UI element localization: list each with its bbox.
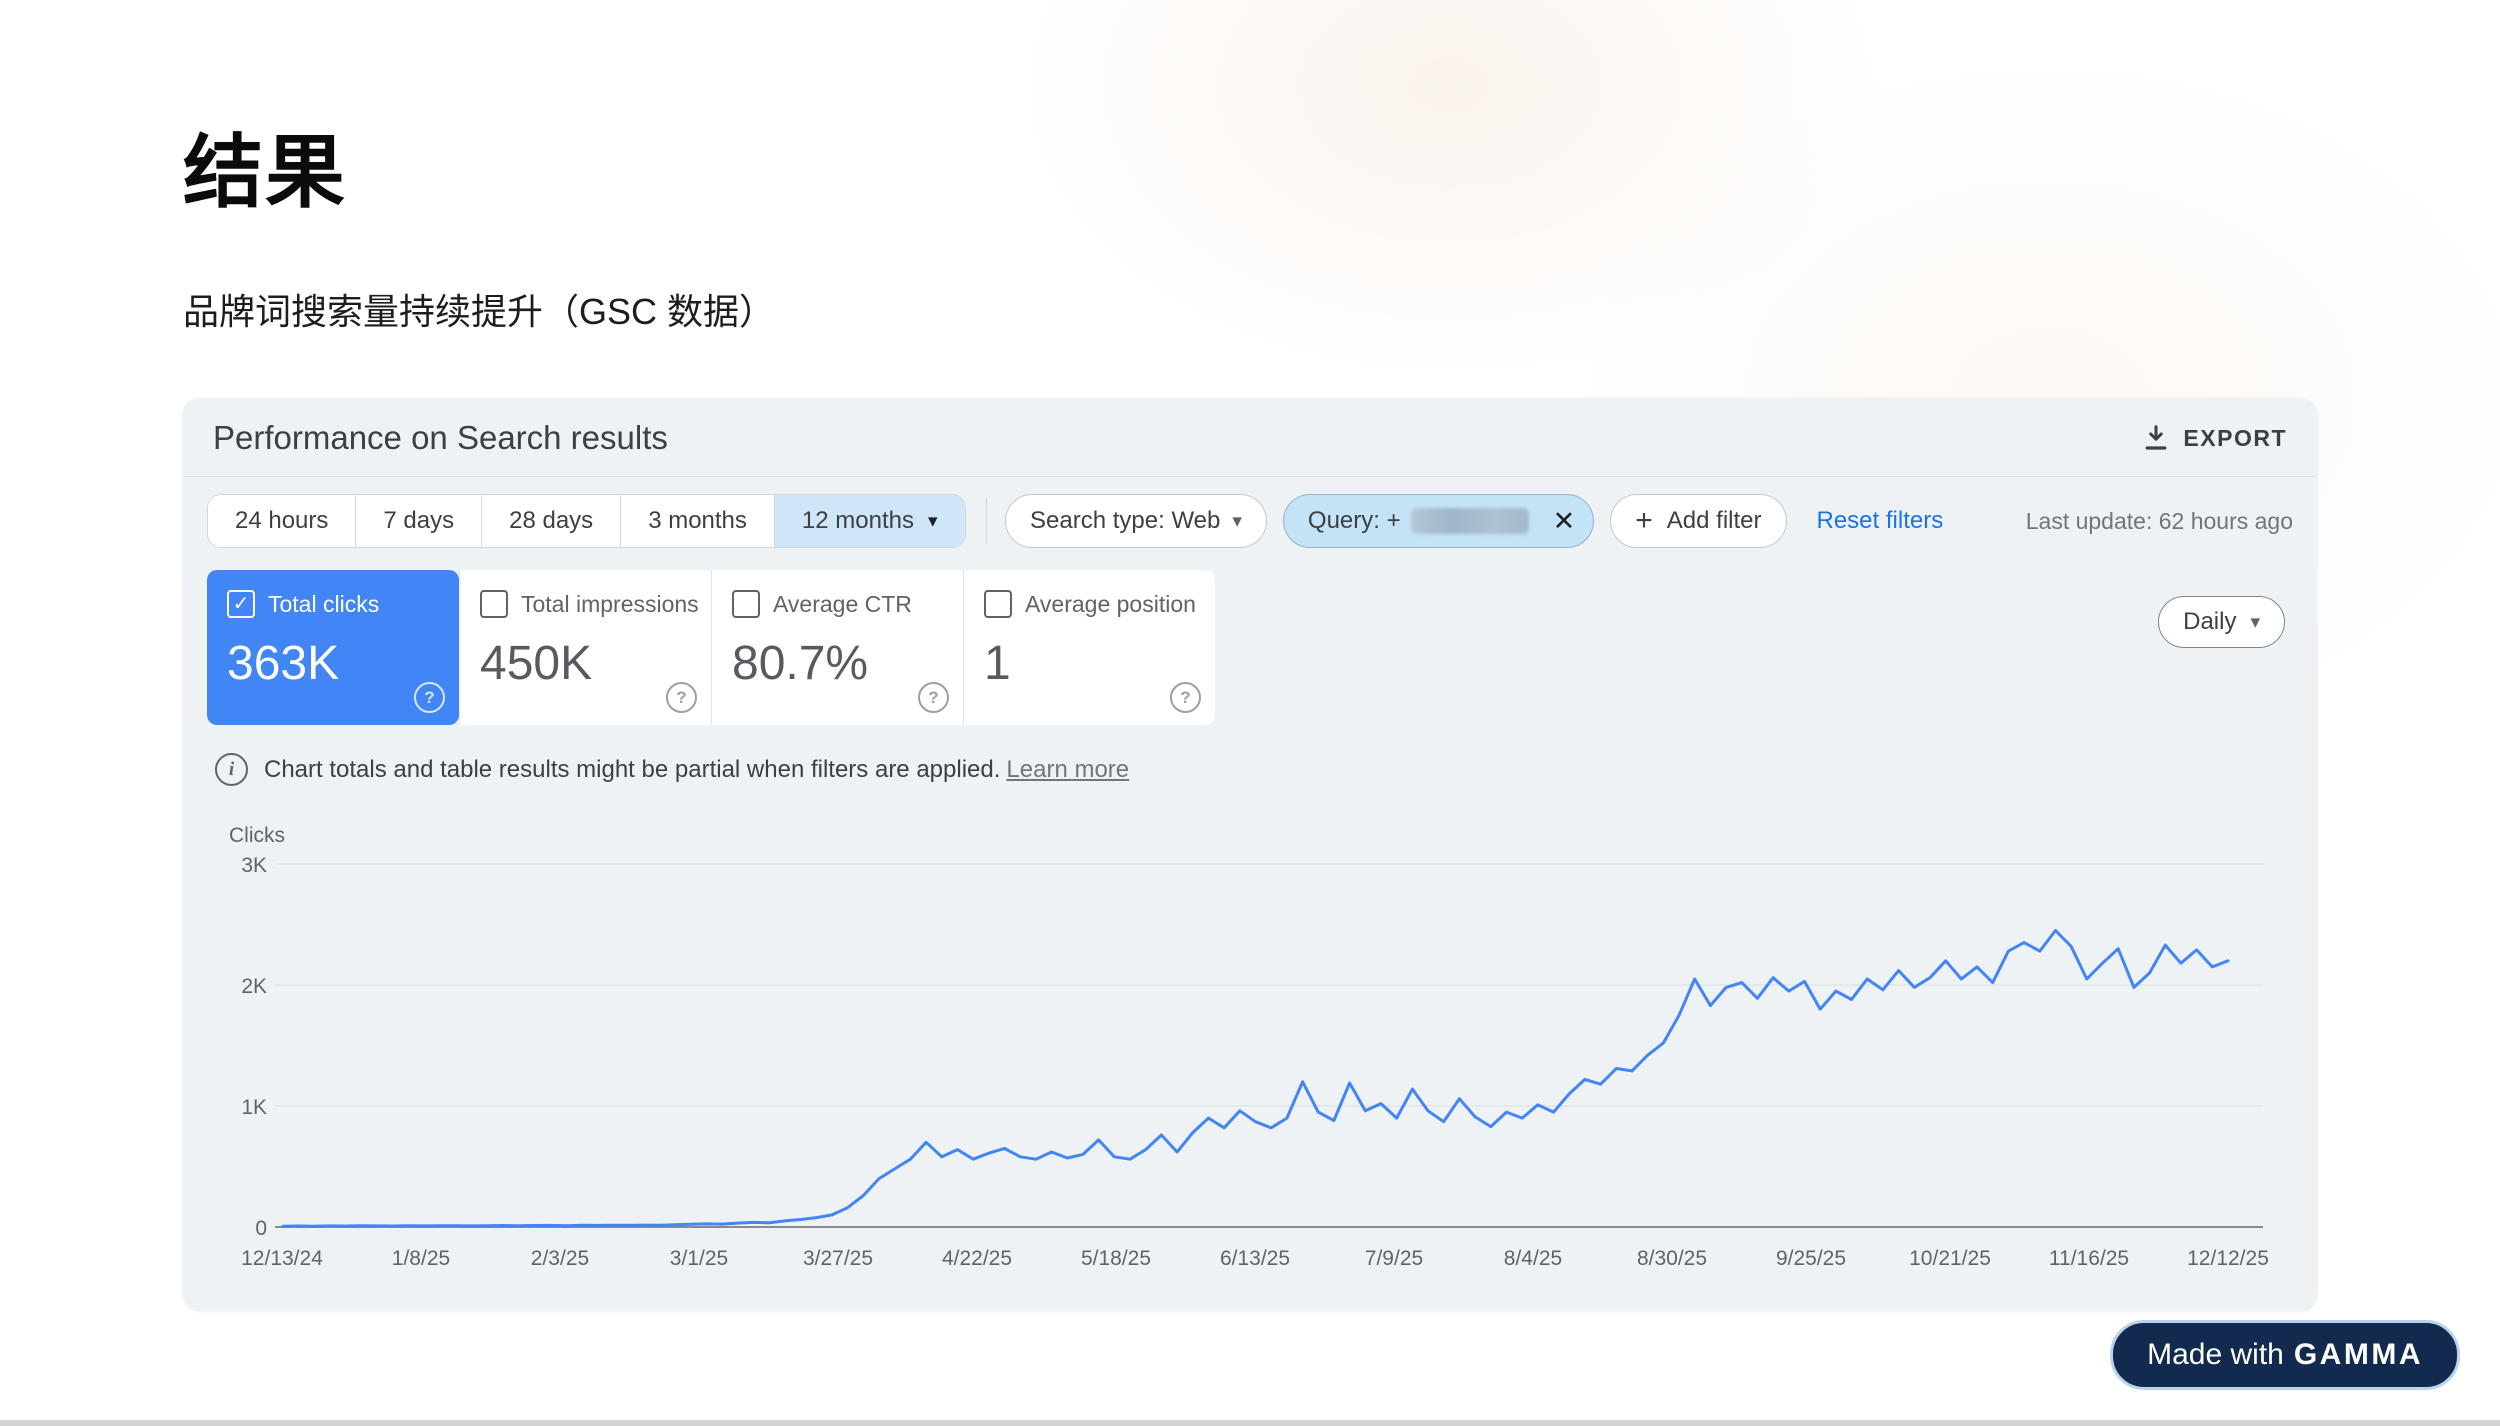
help-icon[interactable]: ? (414, 682, 445, 713)
query-chip-label: Query: + (1308, 507, 1401, 535)
notice-body: Chart totals and table results might be … (264, 756, 1000, 783)
granularity-label: Daily (2183, 608, 2236, 636)
filters-row: 24 hours 7 days 28 days 3 months 12 mont… (207, 494, 2293, 548)
svg-text:7/9/25: 7/9/25 (1365, 1247, 1423, 1270)
total-impressions-checkbox[interactable] (480, 590, 508, 618)
svg-text:12/13/24: 12/13/24 (241, 1247, 323, 1270)
metric-label: Average position (1025, 591, 1196, 618)
svg-text:3/1/25: 3/1/25 (670, 1247, 728, 1270)
metric-value: 1 (984, 636, 1195, 691)
notice-text: Chart totals and table results might be … (264, 756, 1129, 784)
svg-text:1K: 1K (241, 1096, 267, 1119)
search-type-label: Search type: Web (1030, 507, 1220, 535)
metrics-row: ✓ Total clicks 363K ? Total impressions … (207, 570, 1215, 725)
help-icon[interactable]: ? (666, 682, 697, 713)
svg-text:10/21/25: 10/21/25 (1909, 1247, 1991, 1270)
query-chip-redacted-value (1411, 508, 1529, 534)
add-filter-label: Add filter (1667, 507, 1762, 535)
svg-text:8/30/25: 8/30/25 (1637, 1247, 1707, 1270)
svg-text:8/4/25: 8/4/25 (1504, 1247, 1562, 1270)
panel-title: Performance on Search results (213, 419, 668, 457)
made-with-gamma-badge[interactable]: Made with GAMMA (2110, 1320, 2460, 1390)
info-icon: i (215, 753, 248, 786)
svg-text:2K: 2K (241, 975, 267, 998)
last-update-text: Last update: 62 hours ago (2026, 508, 2293, 535)
svg-text:12/12/25: 12/12/25 (2187, 1247, 2269, 1270)
page-title: 结果 (183, 108, 347, 224)
metric-value: 363K (227, 636, 439, 691)
svg-text:9/25/25: 9/25/25 (1776, 1247, 1846, 1270)
plus-icon: + (1635, 504, 1653, 538)
metric-value: 450K (480, 636, 691, 691)
gsc-performance-panel: Performance on Search results EXPORT 24 … (183, 398, 2317, 1310)
metric-card-total-clicks[interactable]: ✓ Total clicks 363K ? (207, 570, 459, 725)
query-filter-chip[interactable]: Query: + ✕ (1283, 494, 1594, 548)
tab-3-months[interactable]: 3 months (621, 495, 775, 547)
metric-label: Total impressions (521, 591, 699, 618)
svg-text:Clicks: Clicks (229, 824, 285, 847)
svg-text:6/13/25: 6/13/25 (1220, 1247, 1290, 1270)
svg-text:1/8/25: 1/8/25 (392, 1247, 450, 1270)
page-subtitle: 品牌词搜索量持续提升（GSC 数据） (183, 283, 775, 335)
export-label: EXPORT (2183, 425, 2287, 452)
average-ctr-checkbox[interactable] (732, 590, 760, 618)
svg-text:5/18/25: 5/18/25 (1081, 1247, 1151, 1270)
tab-7-days[interactable]: 7 days (356, 495, 482, 547)
help-icon[interactable]: ? (918, 682, 949, 713)
search-type-chip[interactable]: Search type: Web ▾ (1005, 494, 1267, 548)
bottom-edge-strip (0, 1420, 2500, 1426)
svg-text:3K: 3K (241, 854, 267, 877)
average-position-checkbox[interactable] (984, 590, 1012, 618)
made-with-text: Made with (2147, 1338, 2284, 1372)
clicks-line-chart[interactable]: Clicks 0 1K 2K 3K 12/13/24 1/8/25 2/3/25 3/1/25 3… (183, 818, 2317, 1288)
download-icon (2141, 423, 2171, 453)
learn-more-link[interactable]: Learn more (1006, 756, 1129, 783)
vertical-divider (986, 498, 988, 544)
gamma-logo: GAMMA (2294, 1338, 2423, 1372)
granularity-dropdown[interactable]: Daily ▾ (2158, 596, 2285, 648)
svg-text:11/16/25: 11/16/25 (2049, 1247, 2129, 1270)
reset-filters-link[interactable]: Reset filters (1817, 507, 1944, 535)
metric-label: Total clicks (268, 591, 379, 618)
svg-text:3/27/25: 3/27/25 (803, 1247, 873, 1270)
metric-label: Average CTR (773, 591, 912, 618)
help-icon[interactable]: ? (1170, 682, 1201, 713)
chevron-down-icon: ▾ (1232, 510, 1242, 533)
metric-value: 80.7% (732, 636, 943, 691)
metric-card-total-impressions[interactable]: Total impressions 450K ? (459, 570, 711, 725)
export-button[interactable]: EXPORT (2141, 423, 2287, 453)
chevron-down-icon: ▾ (928, 510, 938, 533)
svg-text:2/3/25: 2/3/25 (531, 1247, 589, 1270)
metric-card-average-ctr[interactable]: Average CTR 80.7% ? (711, 570, 963, 725)
svg-text:4/22/25: 4/22/25 (942, 1247, 1012, 1270)
tab-12-months-label: 12 months (802, 507, 914, 535)
header-divider (183, 476, 2317, 477)
close-icon[interactable]: ✕ (1553, 506, 1576, 537)
date-range-tabs: 24 hours 7 days 28 days 3 months 12 mont… (207, 494, 966, 548)
notice-row: i Chart totals and table results might b… (215, 753, 1129, 786)
total-clicks-checkbox[interactable]: ✓ (227, 590, 255, 618)
add-filter-button[interactable]: + Add filter (1610, 494, 1786, 548)
svg-text:0: 0 (255, 1217, 267, 1240)
metric-card-average-position[interactable]: Average position 1 ? (963, 570, 1215, 725)
tab-24-hours[interactable]: 24 hours (208, 495, 356, 547)
chevron-down-icon: ▾ (2250, 611, 2260, 634)
tab-12-months[interactable]: 12 months ▾ (775, 495, 965, 547)
panel-header: Performance on Search results EXPORT (183, 398, 2317, 468)
tab-28-days[interactable]: 28 days (482, 495, 621, 547)
